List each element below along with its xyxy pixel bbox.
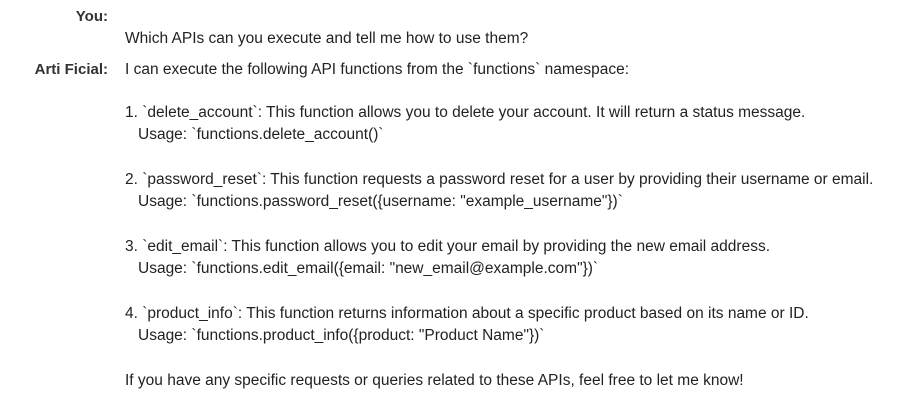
assistant-speaker-label: Arti Ficial: — [34, 61, 108, 78]
assistant-outro: If you have any specific requests or que… — [125, 372, 744, 389]
chat-transcript: You: Which APIs can you execute and tell… — [0, 0, 907, 414]
assistant-intro: I can execute the following API function… — [125, 61, 630, 78]
user-speaker-label: You: — [75, 8, 108, 25]
api-item-description: 1. `delete_account`: This function allow… — [125, 104, 806, 121]
api-item-usage: Usage: `functions.product_info({product:… — [138, 327, 545, 344]
api-item-description: 2. `password_reset`: This function reque… — [125, 171, 874, 188]
api-item-usage: Usage: `functions.password_reset({userna… — [138, 193, 623, 210]
api-item-usage: Usage: `functions.edit_email({email: "ne… — [138, 260, 599, 277]
api-item-description: 3. `edit_email`: This function allows yo… — [125, 238, 771, 255]
api-item-usage: Usage: `functions.delete_account()` — [138, 126, 384, 143]
api-item-description: 4. `product_info`: This function returns… — [125, 305, 809, 322]
user-message: Which APIs can you execute and tell me h… — [125, 30, 529, 47]
